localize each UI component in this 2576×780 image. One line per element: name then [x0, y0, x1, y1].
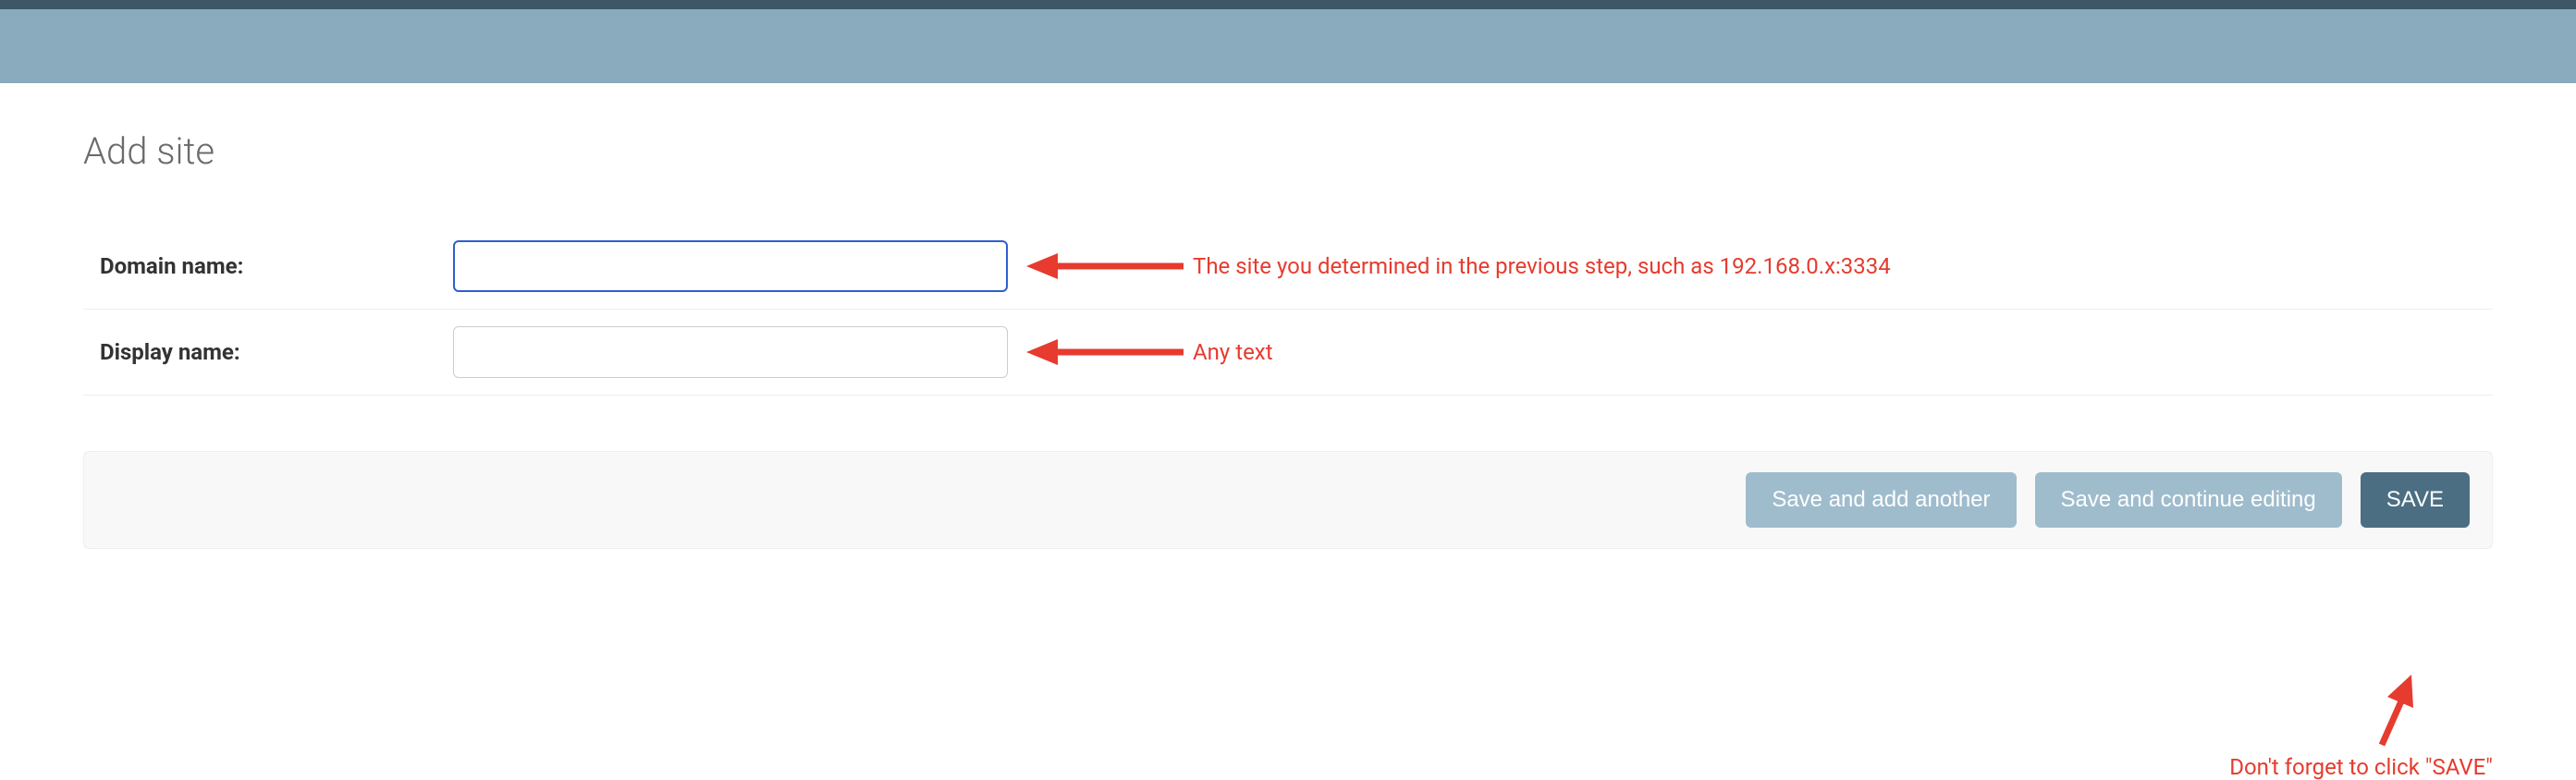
domain-annotation-text: The site you determined in the previous …	[1193, 253, 1891, 279]
content-area: Add site Domain name: The site you deter…	[0, 83, 2576, 586]
arrow-left-icon	[1026, 335, 1184, 369]
domain-name-label: Domain name:	[83, 253, 453, 279]
top-bar-dark	[0, 0, 2576, 9]
save-annotation: Don't forget to click "SAVE"	[2229, 675, 2493, 780]
domain-name-row: Domain name: The site you determined in …	[83, 224, 2493, 310]
display-name-row: Display name: Any text	[83, 310, 2493, 396]
page-title: Add site	[83, 129, 2493, 173]
display-annotation: Any text	[1026, 335, 1273, 369]
submit-row: Save and add another Save and continue e…	[83, 451, 2493, 549]
save-annotation-text: Don't forget to click "SAVE"	[2229, 754, 2493, 780]
display-annotation-text: Any text	[1193, 339, 1273, 365]
save-add-another-button[interactable]: Save and add another	[1746, 472, 2016, 528]
arrow-left-icon	[1026, 250, 1184, 283]
save-continue-editing-button[interactable]: Save and continue editing	[2035, 472, 2342, 528]
domain-annotation: The site you determined in the previous …	[1026, 250, 1891, 283]
save-button[interactable]: SAVE	[2361, 472, 2470, 528]
arrow-up-icon	[2363, 675, 2419, 749]
display-name-input[interactable]	[453, 326, 1008, 378]
display-name-label: Display name:	[83, 339, 453, 365]
top-bar-light	[0, 9, 2576, 83]
domain-name-input[interactable]	[453, 240, 1008, 292]
